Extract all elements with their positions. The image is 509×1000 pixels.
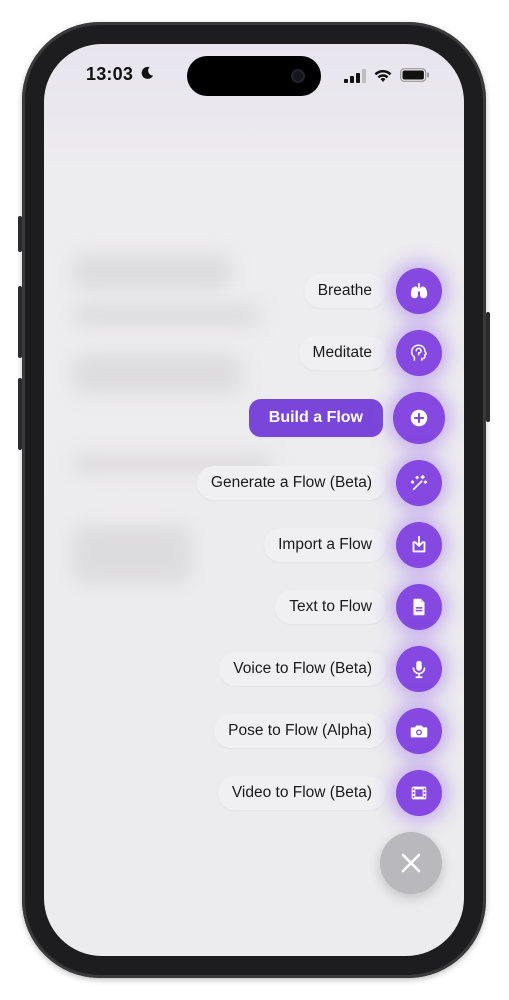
close-menu-button[interactable] — [380, 832, 442, 894]
battery-icon — [400, 68, 429, 82]
status-bar: 13:03 — [44, 44, 464, 114]
dynamic-island — [187, 56, 321, 96]
camera-icon — [396, 708, 442, 754]
menu-item-label: Build a Flow — [248, 399, 383, 437]
background-blur-block — [72, 524, 192, 584]
menu-item-voice-to-flow[interactable]: Voice to Flow (Beta) — [219, 646, 442, 692]
lungs-icon — [396, 268, 442, 314]
menu-item-label: Text to Flow — [275, 590, 386, 624]
menu-item-meditate[interactable]: Meditate — [298, 330, 442, 376]
magic-wand-icon — [396, 460, 442, 506]
menu-item-label: Generate a Flow (Beta) — [196, 466, 386, 500]
close-icon — [401, 853, 421, 873]
document-icon — [396, 584, 442, 630]
menu-item-label: Video to Flow (Beta) — [217, 776, 386, 810]
camera-icon — [291, 69, 305, 83]
menu-item-breathe[interactable]: Breathe — [303, 268, 442, 314]
background-blur-block — [72, 304, 262, 326]
import-icon — [396, 522, 442, 568]
microphone-icon — [396, 646, 442, 692]
menu-item-import-a-flow[interactable]: Import a Flow — [264, 522, 442, 568]
background-blur-block — [72, 254, 232, 290]
signal-icon — [344, 69, 366, 83]
status-time: 13:03 — [86, 64, 134, 84]
menu-item-label: Breathe — [303, 274, 386, 308]
action-button — [18, 216, 22, 252]
menu-item-generate-a-flow[interactable]: Generate a Flow (Beta) — [196, 460, 442, 506]
menu-item-label: Import a Flow — [264, 528, 386, 562]
menu-item-pose-to-flow[interactable]: Pose to Flow (Alpha) — [214, 708, 442, 754]
menu-item-label: Voice to Flow (Beta) — [219, 652, 386, 686]
wifi-icon — [374, 69, 392, 82]
head-brain-icon — [396, 330, 442, 376]
volume-down-button — [18, 378, 22, 450]
menu-item-label: Pose to Flow (Alpha) — [214, 714, 386, 748]
menu-item-build-a-flow[interactable]: Build a Flow — [248, 392, 445, 444]
menu-item-text-to-flow[interactable]: Text to Flow — [275, 584, 442, 630]
volume-up-button — [18, 286, 22, 358]
plus-circle-icon — [393, 392, 445, 444]
power-button — [486, 312, 490, 422]
film-icon — [396, 770, 442, 816]
menu-item-label: Meditate — [298, 336, 386, 370]
background-blur-block — [72, 354, 242, 394]
menu-item-video-to-flow[interactable]: Video to Flow (Beta) — [217, 770, 442, 816]
moon-icon — [141, 66, 153, 79]
